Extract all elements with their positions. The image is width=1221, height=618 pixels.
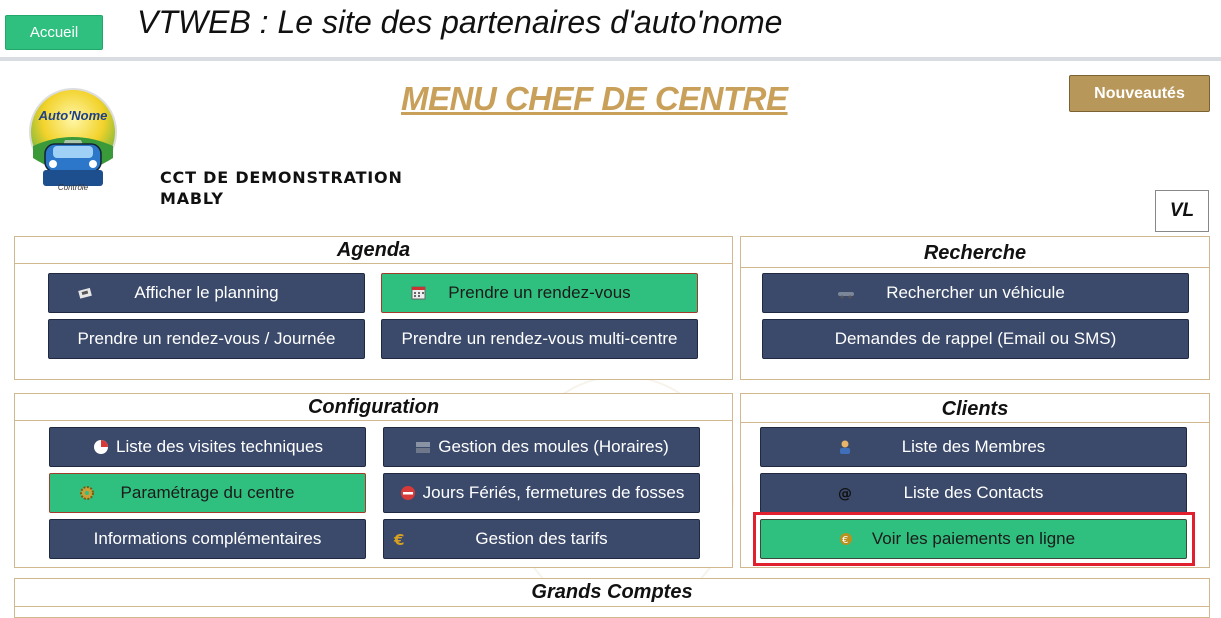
pie-chart-icon bbox=[94, 440, 109, 454]
button-label: Jours Fériés, fermetures de fosses bbox=[422, 483, 685, 502]
calendar-book-icon bbox=[78, 287, 92, 299]
button-label: Rechercher un véhicule bbox=[886, 283, 1065, 302]
button-label: Prendre un rendez-vous multi-centre bbox=[401, 329, 678, 348]
callback-requests-button[interactable]: Demandes de rappel (Email ou SMS) bbox=[762, 319, 1189, 359]
car-icon bbox=[838, 292, 854, 299]
button-label: Demandes de rappel (Email ou SMS) bbox=[834, 329, 1117, 348]
news-button[interactable]: Nouveautés bbox=[1069, 75, 1210, 112]
top-bar: Accueil VTWEB : Le site des partenaires … bbox=[0, 0, 1221, 58]
no-entry-icon bbox=[400, 486, 415, 500]
logo-brand: Auto'Nome bbox=[38, 108, 108, 123]
book-appointment-button[interactable]: Prendre un rendez-vous bbox=[381, 273, 698, 313]
additional-info-button[interactable]: Informations complémentaires bbox=[49, 519, 366, 559]
book-multi-center-button[interactable]: Prendre un rendez-vous multi-centre bbox=[381, 319, 698, 359]
site-title: VTWEB : Le site des partenaires d'auto'n… bbox=[137, 4, 783, 40]
autonome-logo: Auto'Nome Contrôle bbox=[29, 88, 117, 192]
mold-schedules-button[interactable]: Gestion des moules (Horaires) bbox=[383, 427, 700, 467]
book-day-button[interactable]: Prendre un rendez-vous / Journée bbox=[48, 319, 365, 359]
search-vehicle-button[interactable]: Rechercher un véhicule bbox=[762, 273, 1189, 313]
configuration-title: Configuration bbox=[307, 396, 440, 418]
key-accounts-title: Grands Comptes bbox=[531, 581, 693, 603]
user-icon bbox=[840, 440, 850, 454]
key-accounts-section: Grands Comptes bbox=[14, 578, 1210, 618]
home-button[interactable]: Accueil bbox=[5, 15, 103, 50]
members-list-button[interactable]: Liste des Membres bbox=[760, 427, 1187, 467]
button-label: Gestion des moules (Horaires) bbox=[438, 437, 669, 456]
vehicle-type-badge[interactable]: VL bbox=[1155, 190, 1209, 232]
technical-visits-button[interactable]: Liste des visites techniques bbox=[49, 427, 366, 467]
button-label: Liste des visites techniques bbox=[116, 437, 323, 456]
calendar-grid-icon bbox=[411, 286, 426, 300]
center-name: CCT DE DEMONSTRATION bbox=[160, 168, 403, 187]
holidays-closures-button[interactable]: Jours Fériés, fermetures de fosses bbox=[383, 473, 700, 513]
button-label: Prendre un rendez-vous / Journée bbox=[77, 329, 336, 348]
center-city: MABLY bbox=[160, 189, 224, 208]
button-label: Paramétrage du centre bbox=[120, 483, 295, 502]
section-divider bbox=[741, 422, 1209, 423]
search-title: Recherche bbox=[923, 242, 1027, 264]
contacts-list-button[interactable]: @ Liste des Contacts bbox=[760, 473, 1187, 513]
button-label: Informations complémentaires bbox=[93, 529, 322, 548]
section-divider bbox=[15, 420, 732, 421]
svg-text:@: @ bbox=[838, 486, 852, 501]
at-icon: @ bbox=[838, 486, 852, 501]
section-divider bbox=[741, 267, 1209, 268]
center-info: CCT DE DEMONSTRATION MABLY bbox=[160, 167, 403, 209]
euro-icon: € bbox=[393, 531, 404, 547]
clients-title: Clients bbox=[941, 398, 1009, 420]
section-divider bbox=[15, 263, 732, 264]
section-divider bbox=[15, 606, 1209, 607]
selection-highlight bbox=[753, 512, 1195, 566]
button-label: Afficher le planning bbox=[134, 283, 279, 302]
center-settings-button[interactable]: Paramétrage du centre bbox=[49, 473, 366, 513]
page-title: MENU CHEF DE CENTRE bbox=[401, 80, 788, 117]
show-planning-button[interactable]: Afficher le planning bbox=[48, 273, 365, 313]
agenda-title: Agenda bbox=[336, 239, 411, 261]
top-bar-divider bbox=[0, 57, 1221, 61]
gear-icon bbox=[80, 486, 94, 500]
button-label: Liste des Contacts bbox=[903, 483, 1044, 502]
button-label: Gestion des tarifs bbox=[475, 529, 608, 548]
server-icon bbox=[416, 442, 431, 453]
button-label: Prendre un rendez-vous bbox=[448, 283, 631, 302]
svg-text:€: € bbox=[393, 531, 404, 547]
button-label: Liste des Membres bbox=[901, 437, 1046, 456]
logo-subtitle: Contrôle bbox=[58, 183, 89, 192]
pricing-button[interactable]: € Gestion des tarifs bbox=[383, 519, 700, 559]
